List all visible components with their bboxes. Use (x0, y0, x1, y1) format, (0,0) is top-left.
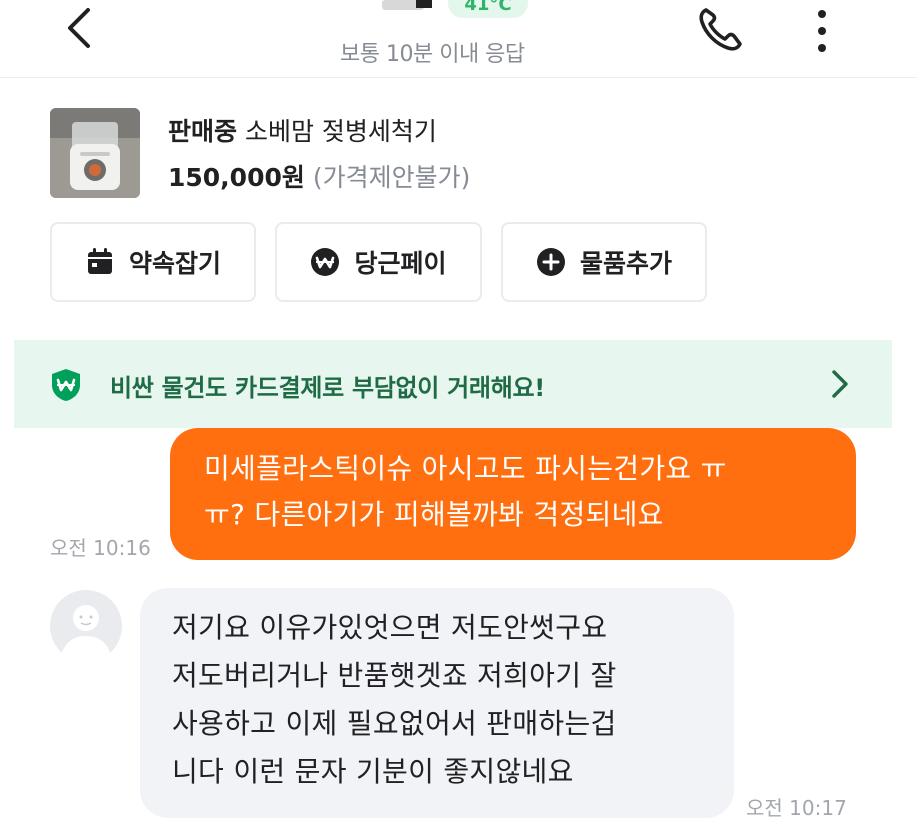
default-profile-icon (60, 605, 112, 662)
message-line: 니다 이런 문자 기분이 좋지않네요 (172, 755, 574, 788)
more-options-button[interactable] (806, 4, 838, 52)
response-status: 보통 10분 이내 응답 (340, 42, 525, 67)
plus-circle-icon (536, 248, 565, 276)
call-button[interactable] (694, 2, 750, 54)
product-title-line: 판매중 소베맘 젖병세척기 (168, 112, 437, 148)
outgoing-message-bubble[interactable]: 미세플라스틱이슈 아시고도 파시는건가요 ㅠ ㅠ? 다른아기가 피해볼까봐 걱정… (170, 428, 856, 560)
message-line: 저도버리거나 반품햇겟죠 저희아기 잘 (172, 659, 617, 692)
add-item-button[interactable]: 물품추가 (501, 222, 707, 302)
manner-temperature-badge: 41°C (448, 0, 528, 18)
schedule-label: 약속잡기 (128, 249, 221, 278)
price-note: (가격제안불가) (312, 163, 471, 192)
banner-text: 비싼 물건도 카드결제로 부담없이 거래해요! (110, 374, 545, 402)
back-button[interactable] (58, 4, 102, 52)
card-payment-banner[interactable]: 비싼 물건도 카드결제로 부담없이 거래해요! (14, 340, 892, 428)
product-summary[interactable]: 판매중 소베맘 젖병세척기 150,000원 (가격제안불가) (50, 108, 890, 200)
message-line: ㅠ? 다른아기가 피해볼까봐 걱정되네요 (204, 498, 664, 531)
karrot-pay-button[interactable]: 당근페이 (275, 222, 482, 302)
message-line: 사용하고 이제 필요없어서 판매하는겁 (172, 707, 617, 740)
shield-won-icon (52, 369, 80, 401)
seller-avatar[interactable] (50, 590, 122, 662)
product-thumbnail[interactable] (50, 108, 140, 198)
product-price-line: 150,000원 (가격제안불가) (168, 158, 470, 194)
more-vertical-icon (818, 10, 826, 52)
chat-header: 41°C 보통 10분 이내 응답 (0, 0, 917, 78)
schedule-button[interactable]: 약속잡기 (50, 222, 256, 302)
calendar-icon (87, 248, 112, 274)
won-pay-icon (311, 248, 340, 276)
incoming-message-bubble[interactable]: 저기요 이유가있엇으면 저도안썻구요 저도버리거나 반품햇겟죠 저희아기 잘 사… (140, 588, 734, 818)
back-arrow-icon (68, 8, 90, 48)
product-title: 소베맘 젖병세척기 (244, 117, 437, 146)
product-price: 150,000원 (168, 163, 305, 192)
bottle-washer-image (50, 108, 140, 198)
message-line: 미세플라스틱이슈 아시고도 파시는건가요 ㅠ (204, 452, 727, 485)
karrot-pay-label: 당근페이 (354, 249, 447, 278)
message-time: 오전 10:17 (746, 796, 847, 820)
message-line: 저기요 이유가있엇으면 저도안썻구요 (172, 611, 608, 644)
chevron-right-icon (832, 370, 848, 398)
phone-icon (699, 8, 742, 51)
message-time: 오전 10:16 (50, 536, 151, 560)
add-item-label: 물품추가 (579, 249, 672, 278)
sale-status: 판매중 (168, 117, 238, 146)
seller-name-redacted-mark (416, 0, 432, 8)
